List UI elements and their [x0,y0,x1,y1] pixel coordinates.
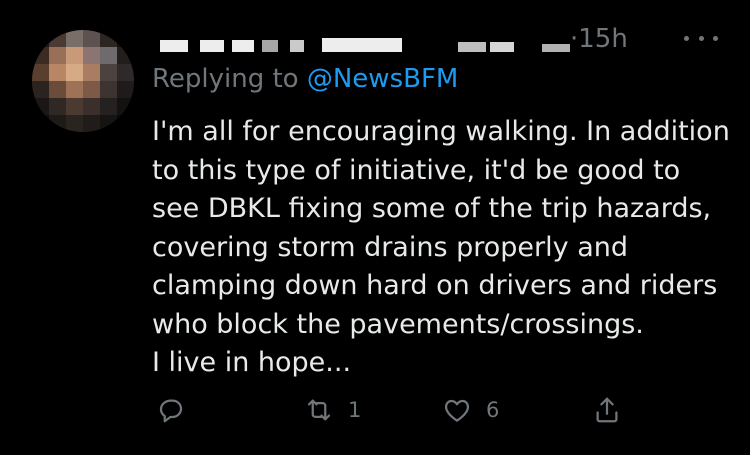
tweet-text: I'm all for encouraging walking. In addi… [152,116,730,378]
retweet-icon [307,399,331,421]
redaction-bar [200,40,224,52]
redaction-bar [262,40,278,52]
more-options-icon[interactable] [684,28,718,48]
reply-handle-link[interactable]: @NewsBFM [307,64,458,94]
redaction-bar [322,38,402,52]
heart-icon [444,399,470,422]
redaction-bar [490,42,514,52]
avatar[interactable] [32,30,134,132]
author-name-redacted[interactable] [150,22,730,62]
like-button[interactable]: 6 [442,388,499,432]
reply-button[interactable] [156,388,186,432]
redaction-bar [542,44,570,52]
reply-icon [159,399,183,423]
redaction-bar [232,40,254,52]
share-icon [596,397,618,423]
tweet-actions: 1 6 [0,388,750,432]
replying-prefix: Replying to [152,64,307,94]
redaction-bar [458,42,486,52]
like-count: 6 [486,398,500,422]
share-button[interactable] [592,388,622,432]
replying-to-line: Replying to @NewsBFM [152,63,458,95]
redaction-bar [290,40,304,52]
tweet-timestamp[interactable]: ·15h [570,24,628,54]
redaction-bar [160,40,188,52]
retweet-button[interactable]: 1 [304,388,361,432]
tweet-card[interactable]: ·15h Replying to @NewsBFM I'm all for en… [0,0,750,455]
retweet-count: 1 [348,398,362,422]
